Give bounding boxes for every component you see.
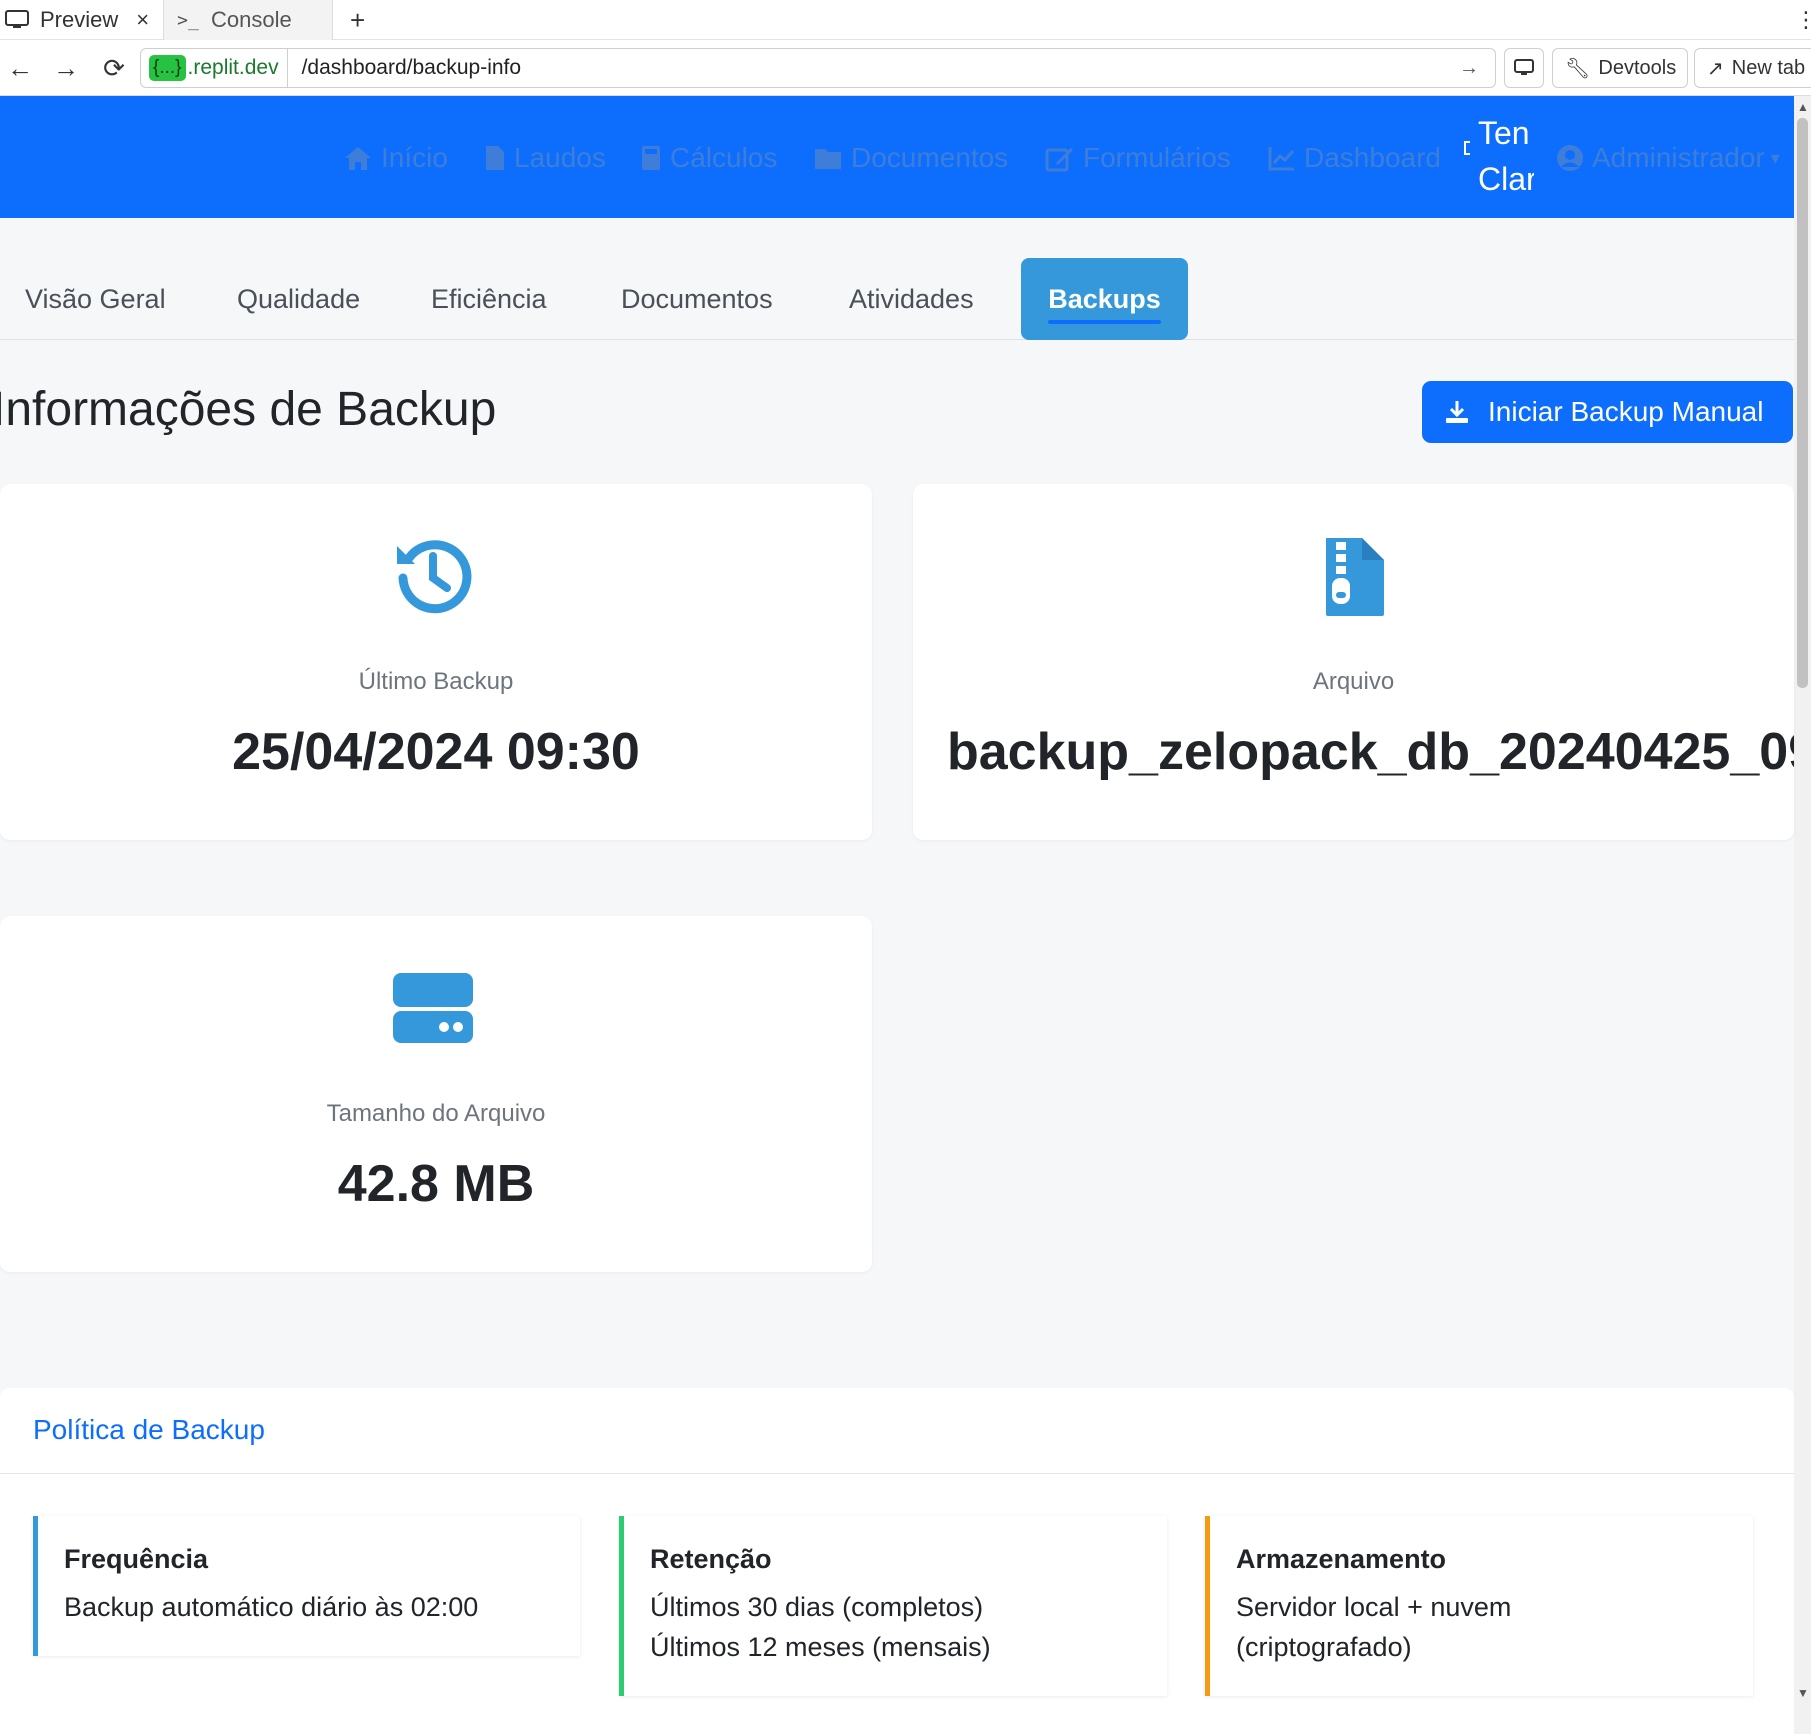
nav-label: Formulários	[1083, 142, 1231, 173]
policy-item-retention: Retenção Últimos 30 dias (completos) Últ…	[619, 1516, 1167, 1696]
nav-item-dashboard[interactable]: Dashboard	[1268, 141, 1441, 175]
url-bar[interactable]: {...} .replit.dev /dashboard/backup-info…	[140, 48, 1496, 88]
nav-item-formularios[interactable]: Formulários	[1045, 141, 1231, 175]
nav-label: Início	[381, 142, 448, 173]
policy-item-title: Retenção	[650, 1544, 772, 1574]
tab-qualidade[interactable]: Qualidade	[237, 258, 360, 340]
scroll-down-icon[interactable]: ▼	[1797, 1686, 1809, 1700]
file-value: backup_zelopack_db_20240425_09	[947, 723, 1794, 781]
file-label: Arquivo	[1312, 668, 1395, 695]
devtools-button[interactable]: 🔧︎ Devtools	[1552, 48, 1688, 88]
reload-icon[interactable]: ⟳	[94, 48, 134, 88]
url-host: {...} .replit.dev	[141, 49, 288, 87]
file-icon	[486, 146, 504, 170]
calculator-icon	[642, 146, 660, 170]
theme-toggle-icon[interactable]	[1464, 141, 1470, 155]
tab-visao-geral[interactable]: Visão Geral	[25, 258, 166, 340]
open-new-tab-button[interactable]: ↗ New tab	[1694, 48, 1811, 88]
tab-documentos[interactable]: Documentos	[621, 258, 773, 340]
policy-item-title: Frequência	[64, 1544, 209, 1574]
download-icon	[1446, 401, 1468, 423]
file-size-label: Tamanho do Arquivo	[326, 1100, 546, 1127]
file-zipper-icon	[1326, 538, 1384, 616]
last-backup-value: 25/04/2024 09:30	[232, 723, 640, 781]
url-path: /dashboard/backup-info	[301, 56, 522, 79]
wrench-icon: 🔧︎	[1565, 57, 1591, 80]
browser-tab-strip: Preview × >_ Console + ⋮	[0, 0, 1811, 40]
browser-tab-label: Preview	[40, 7, 119, 32]
go-arrow-icon[interactable]: →	[1459, 57, 1479, 80]
url-host-text: .replit.dev	[187, 56, 279, 79]
more-menu-icon[interactable]: ⋮	[1795, 0, 1811, 40]
url-badge: {...}	[149, 55, 186, 81]
nav-item-documentos[interactable]: Documentos	[813, 141, 1008, 175]
theme-label-line1: Ten	[1478, 115, 1530, 151]
policy-item-line: Servidor local + nuvem	[1236, 1592, 1512, 1622]
devtools-label: Devtools	[1598, 56, 1677, 79]
hard-drive-icon	[393, 973, 473, 1043]
screen-icon[interactable]	[1504, 48, 1544, 88]
nav-item-inicio[interactable]: Início	[343, 141, 448, 175]
policy-item-storage: Armazenamento Servidor local + nuvem (cr…	[1205, 1516, 1753, 1696]
terminal-icon: >_	[177, 9, 199, 31]
browser-tab-label: Console	[211, 7, 292, 32]
nav-label: Cálculos	[670, 142, 778, 173]
chart-line-icon	[1268, 147, 1295, 171]
browser-tab-preview[interactable]: Preview ×	[4, 0, 154, 40]
policy-item-title: Armazenamento	[1236, 1544, 1447, 1574]
file-size-card: Tamanho do Arquivo 42.8 MB	[0, 916, 872, 1272]
theme-label-line2: Clar	[1478, 161, 1534, 197]
policy-item-line: Backup automático diário às 02:00	[64, 1592, 479, 1622]
last-backup-label: Último Backup	[358, 668, 514, 695]
caret-down-icon: ▾	[1770, 147, 1780, 168]
folder-icon	[815, 149, 841, 169]
policy-item-line: (criptografado)	[1236, 1632, 1412, 1662]
browser-toolbar: ← → ⟳ {...} .replit.dev /dashboard/backu…	[0, 40, 1811, 96]
back-arrow-icon[interactable]: ←	[0, 48, 40, 88]
policy-item-line: Últimos 12 meses (mensais)	[650, 1632, 991, 1662]
policy-header: Política de Backup	[0, 1388, 1794, 1474]
policy-item-frequency: Frequência Backup automático diário às 0…	[33, 1516, 580, 1656]
page-title: Informações de Backup	[0, 383, 497, 436]
theme-toggle-label[interactable]: Ten Clar	[1478, 110, 1534, 205]
tab-backups[interactable]: Backups	[1021, 258, 1188, 340]
tab-atividades[interactable]: Atividades	[849, 258, 974, 340]
edit-icon	[1045, 148, 1073, 172]
tab-eficiencia[interactable]: Eficiência	[431, 258, 547, 340]
home-icon	[345, 147, 371, 170]
policy-item-line: Últimos 30 dias (completos)	[650, 1592, 984, 1622]
manual-backup-label: Iniciar Backup Manual	[1488, 396, 1764, 427]
forward-arrow-icon[interactable]: →	[46, 48, 86, 88]
external-link-icon: ↗	[1707, 57, 1724, 80]
nav-item-calculos[interactable]: Cálculos	[640, 141, 777, 175]
nav-label: Dashboard	[1304, 142, 1441, 173]
policy-title: Política de Backup	[33, 1414, 265, 1445]
scroll-up-icon[interactable]: ▲	[1797, 100, 1809, 114]
file-size-value: 42.8 MB	[337, 1155, 535, 1213]
nav-label: Documentos	[851, 142, 1009, 173]
user-circle-icon	[1557, 145, 1583, 171]
vertical-scroll-thumb[interactable]	[1797, 118, 1808, 688]
active-tab-indicator	[1048, 320, 1161, 324]
app-navbar: Início Laudos Cálculos Documentos Formul…	[0, 96, 1794, 218]
close-tab-icon[interactable]: ×	[136, 7, 149, 33]
monitor-icon	[4, 10, 30, 30]
newtab-label: New tab	[1731, 56, 1806, 79]
backup-file-card: Arquivo backup_zelopack_db_20240425_09	[913, 484, 1794, 840]
last-backup-card: Último Backup 25/04/2024 09:30	[0, 484, 872, 840]
browser-tab-console[interactable]: >_ Console	[175, 0, 325, 40]
new-tab-button[interactable]: +	[350, 0, 365, 40]
nav-item-laudos[interactable]: Laudos	[484, 141, 606, 175]
user-menu[interactable]: Administrador ▾	[1556, 141, 1780, 175]
manual-backup-button[interactable]: Iniciar Backup Manual	[1422, 381, 1793, 443]
history-icon	[397, 540, 472, 614]
nav-label: Laudos	[514, 142, 606, 173]
backup-policy-panel: Política de Backup Frequência Backup aut…	[0, 1388, 1794, 1734]
user-label: Administrador	[1592, 142, 1765, 173]
